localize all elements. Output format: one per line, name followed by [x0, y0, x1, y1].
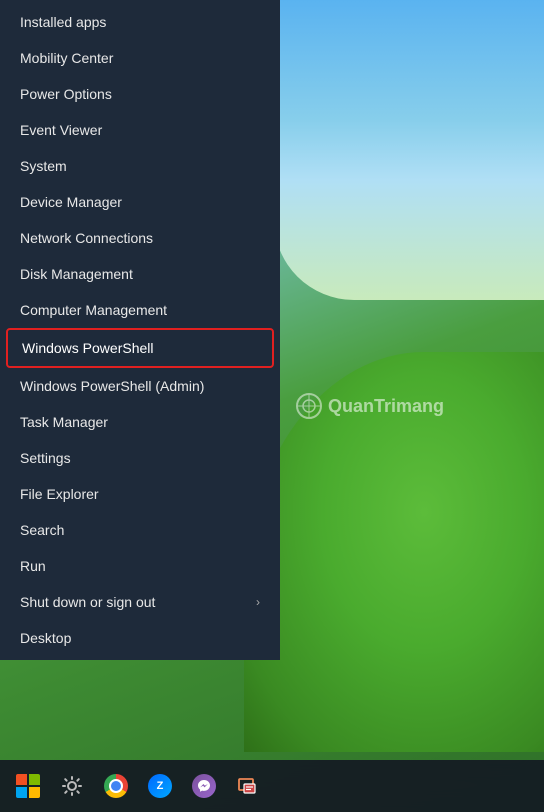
menu-item-search[interactable]: Search [0, 512, 280, 548]
chrome-taskbar-button[interactable] [96, 766, 136, 806]
sky-background [274, 0, 544, 300]
menu-item-label-event-viewer: Event Viewer [20, 122, 102, 138]
viber-taskbar-button[interactable] [184, 766, 224, 806]
menu-item-label-shut-down: Shut down or sign out [20, 594, 155, 610]
menu-item-label-installed-apps: Installed apps [20, 14, 106, 30]
menu-item-settings[interactable]: Settings [0, 440, 280, 476]
menu-item-label-file-explorer: File Explorer [20, 486, 99, 502]
watermark: QuanTrimang [295, 392, 444, 420]
viber-icon [192, 774, 216, 798]
menu-item-label-disk-management: Disk Management [20, 266, 133, 282]
chevron-right-icon: › [256, 595, 260, 609]
menu-item-network-connections[interactable]: Network Connections [0, 220, 280, 256]
menu-item-windows-powershell[interactable]: Windows PowerShell [6, 328, 274, 368]
windows-logo-icon [16, 774, 40, 798]
menu-item-label-windows-powershell: Windows PowerShell [22, 340, 154, 356]
menu-item-shut-down[interactable]: Shut down or sign out › [0, 584, 280, 620]
menu-item-label-system: System [20, 158, 67, 174]
menu-item-device-manager[interactable]: Device Manager [0, 184, 280, 220]
menu-item-windows-powershell-admin[interactable]: Windows PowerShell (Admin) [0, 368, 280, 404]
menu-item-desktop[interactable]: Desktop [0, 620, 280, 656]
menu-item-computer-management[interactable]: Computer Management [0, 292, 280, 328]
menu-item-label-task-manager: Task Manager [20, 414, 108, 430]
menu-item-disk-management[interactable]: Disk Management [0, 256, 280, 292]
settings-taskbar-button[interactable] [52, 766, 92, 806]
taskbar: Z [0, 760, 544, 812]
menu-item-label-computer-management: Computer Management [20, 302, 167, 318]
menu-item-label-mobility-center: Mobility Center [20, 50, 113, 66]
context-menu: Installed apps Mobility Center Power Optio… [0, 0, 280, 660]
menu-item-task-manager[interactable]: Task Manager [0, 404, 280, 440]
chrome-icon [104, 774, 128, 798]
menu-item-event-viewer[interactable]: Event Viewer [0, 112, 280, 148]
menu-item-run[interactable]: Run [0, 548, 280, 584]
start-button[interactable] [8, 766, 48, 806]
snip-taskbar-button[interactable] [228, 766, 268, 806]
menu-item-label-run: Run [20, 558, 46, 574]
menu-item-power-options[interactable]: Power Options [0, 76, 280, 112]
gear-icon [61, 775, 83, 797]
zalo-taskbar-button[interactable]: Z [140, 766, 180, 806]
menu-item-system[interactable]: System [0, 148, 280, 184]
menu-item-installed-apps[interactable]: Installed apps [0, 4, 280, 40]
menu-item-label-device-manager: Device Manager [20, 194, 122, 210]
zalo-icon: Z [148, 774, 172, 798]
menu-item-label-desktop: Desktop [20, 630, 71, 646]
menu-item-label-search: Search [20, 522, 64, 538]
menu-item-label-settings: Settings [20, 450, 71, 466]
menu-item-label-network-connections: Network Connections [20, 230, 153, 246]
menu-item-label-power-options: Power Options [20, 86, 112, 102]
snip-icon [236, 774, 260, 798]
menu-item-label-windows-powershell-admin: Windows PowerShell (Admin) [20, 378, 204, 394]
menu-item-mobility-center[interactable]: Mobility Center [0, 40, 280, 76]
menu-item-file-explorer[interactable]: File Explorer [0, 476, 280, 512]
